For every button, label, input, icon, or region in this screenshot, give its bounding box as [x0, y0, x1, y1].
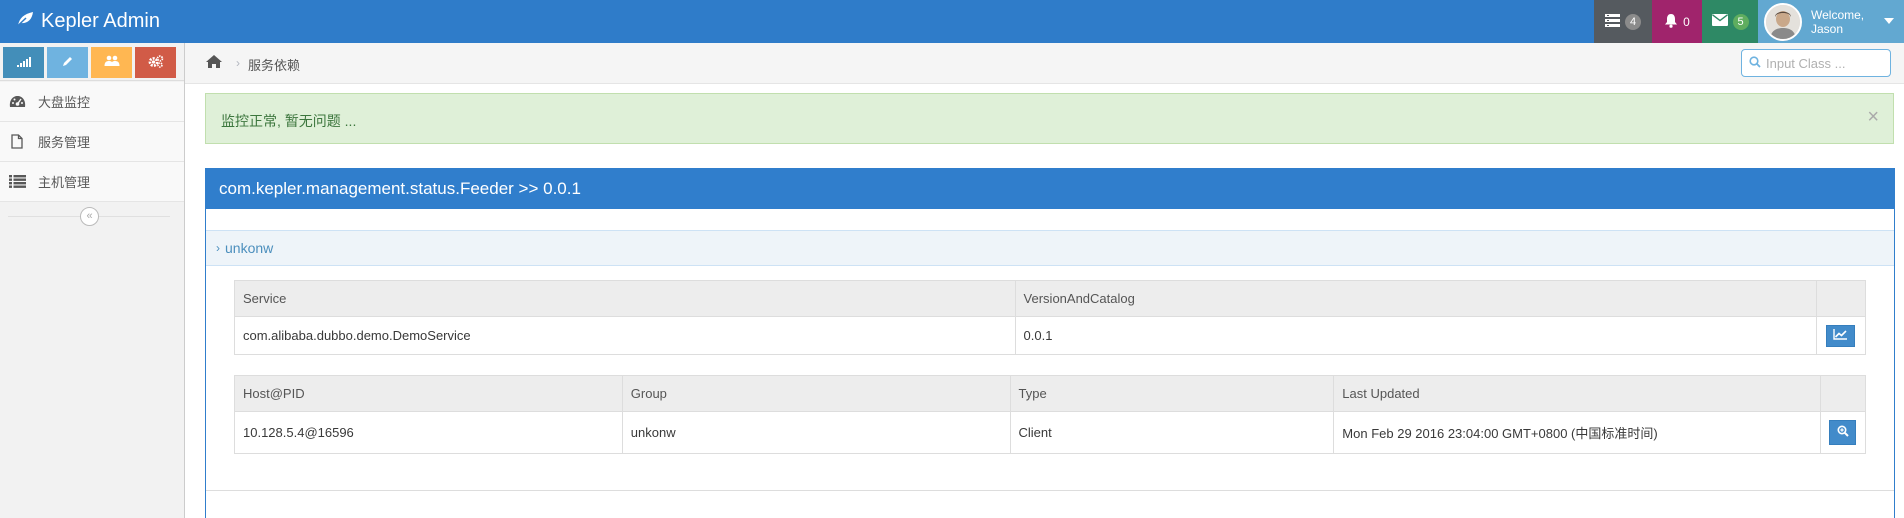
breadcrumb-separator-icon: ›	[236, 56, 240, 70]
tasks-dropdown[interactable]: 4	[1594, 0, 1652, 43]
breadcrumb-current: 服务依赖	[248, 58, 301, 73]
top-navbar: Kepler Admin 4 0 5 Welcome, Jason	[0, 0, 1904, 43]
service-table: Service VersionAndCatalog com.alibaba.du…	[234, 280, 1867, 355]
breadcrumb: › 服务依赖	[185, 43, 1904, 84]
sidebar-item-services[interactable]: 服务管理	[0, 122, 184, 162]
table-header-row: Host@PID Group Type Last Updated	[234, 375, 1867, 412]
tasks-badge: 4	[1625, 13, 1641, 30]
cell-group: unkonw	[621, 411, 1011, 454]
alert-message: 监控正常, 暂无问题 ...	[221, 113, 357, 129]
list-icon	[7, 175, 27, 188]
cogs-icon	[148, 54, 164, 71]
double-angle-left-icon: «	[86, 210, 93, 222]
accordion-toggle[interactable]: › unkonw	[206, 230, 1894, 266]
inspect-button[interactable]	[1829, 420, 1857, 445]
envelope-icon	[1711, 14, 1728, 29]
table-row: com.alibaba.dubbo.demo.DemoService 0.0.1	[234, 316, 1867, 355]
shortcut-users-button[interactable]	[91, 47, 132, 78]
line-chart-icon	[1833, 328, 1848, 343]
leaf-icon	[16, 10, 41, 33]
navbar-right: 4 0 5 Welcome, Jason	[1594, 0, 1904, 43]
cell-service: com.alibaba.dubbo.demo.DemoService	[234, 316, 1016, 355]
service-panel: com.kepler.management.status.Feeder >> 0…	[205, 168, 1895, 518]
host-table: Host@PID Group Type Last Updated 10.128.…	[234, 375, 1867, 454]
tasks-icon	[1605, 13, 1620, 30]
status-alert: 监控正常, 暂无问题 ... ×	[205, 93, 1894, 144]
column-header-last-updated: Last Updated	[1333, 375, 1821, 412]
welcome-text: Welcome, Jason	[1811, 8, 1864, 36]
cell-type: Client	[1009, 411, 1335, 454]
cell-actions	[1815, 316, 1867, 355]
welcome-greeting: Welcome,	[1811, 7, 1865, 22]
column-header-actions	[1815, 280, 1867, 317]
column-header-actions	[1819, 375, 1867, 412]
sidebar-item-label: 服务管理	[38, 135, 91, 150]
sidebar-collapse-button[interactable]: «	[80, 207, 99, 226]
accordion-label: unkonw	[225, 240, 274, 256]
column-header-host: Host@PID	[234, 375, 623, 412]
sidebar-shortcuts	[0, 43, 184, 81]
notifications-dropdown[interactable]: 0	[1652, 0, 1702, 43]
zoom-in-icon	[1837, 425, 1849, 440]
caret-down-icon	[1884, 18, 1894, 24]
panel-title: com.kepler.management.status.Feeder >> 0…	[219, 179, 581, 198]
column-header-group: Group	[621, 375, 1011, 412]
dashboard-icon	[7, 95, 27, 108]
brand-title: Kepler Admin	[41, 10, 160, 32]
table-header-row: Service VersionAndCatalog	[234, 280, 1867, 317]
column-header-service: Service	[234, 280, 1016, 317]
messages-badge: 5	[1732, 13, 1749, 30]
messages-dropdown[interactable]: 5	[1702, 0, 1758, 43]
notifications-count: 0	[1683, 14, 1690, 29]
brand[interactable]: Kepler Admin	[16, 0, 160, 43]
sidebar-item-hosts[interactable]: 主机管理	[0, 162, 184, 202]
file-icon	[7, 134, 27, 149]
cell-actions	[1819, 411, 1867, 454]
cell-host: 10.128.5.4@16596	[234, 411, 623, 454]
avatar	[1764, 2, 1802, 41]
home-icon[interactable]	[205, 54, 223, 72]
cell-version: 0.0.1	[1014, 316, 1817, 355]
user-menu[interactable]: Welcome, Jason	[1758, 0, 1904, 43]
shortcut-signal-button[interactable]	[3, 47, 44, 78]
welcome-username: Jason	[1811, 21, 1844, 36]
shortcut-cogs-button[interactable]	[135, 47, 176, 78]
panel-header: com.kepler.management.status.Feeder >> 0…	[206, 169, 1894, 209]
chevron-right-icon: ›	[216, 241, 220, 255]
nav-search	[1741, 49, 1891, 77]
sidebar-item-dashboard[interactable]: 大盘监控	[0, 82, 184, 122]
view-chart-button[interactable]	[1826, 324, 1856, 347]
cell-last-updated: Mon Feb 29 2016 23:04:00 GMT+0800 (中国标准时…	[1333, 411, 1821, 454]
column-header-type: Type	[1009, 375, 1335, 412]
sidebar: 大盘监控 服务管理 主机管理 «	[0, 43, 185, 518]
table-row: 10.128.5.4@16596 unkonw Client Mon Feb 2…	[234, 411, 1867, 454]
column-header-version: VersionAndCatalog	[1014, 280, 1817, 317]
search-icon	[1742, 55, 1761, 71]
signal-icon	[16, 55, 31, 70]
panel-divider	[206, 490, 1894, 491]
close-icon[interactable]: ×	[1867, 107, 1879, 127]
pencil-icon	[62, 55, 74, 70]
sidebar-item-label: 主机管理	[38, 175, 91, 190]
sidebar-item-label: 大盘监控	[38, 95, 91, 110]
users-icon	[104, 55, 120, 70]
shortcut-pencil-button[interactable]	[47, 47, 88, 78]
bell-icon	[1664, 13, 1678, 31]
search-input[interactable]	[1766, 55, 1884, 71]
